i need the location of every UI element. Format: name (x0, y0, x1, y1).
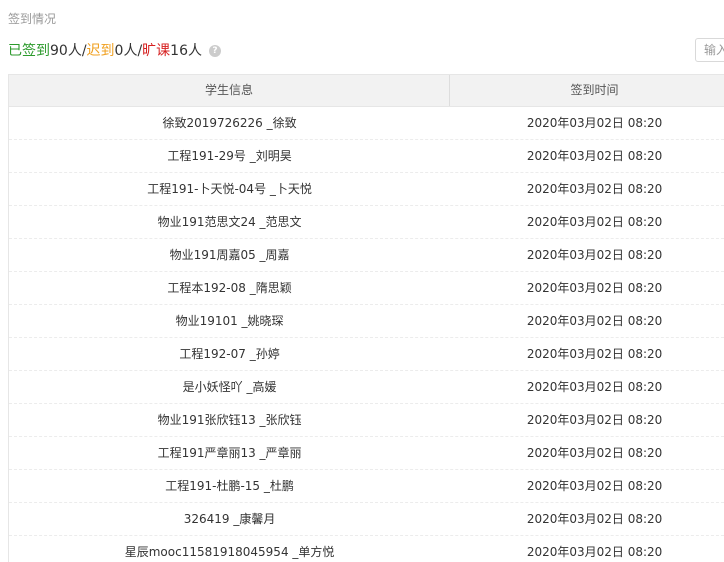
student-info-cell: 物业191周嘉05 _周嘉 (169, 248, 290, 262)
checkin-time-cell: 2020年03月02日 08:20 (526, 545, 663, 559)
student-info-cell: 工程191-杜鹏-15 _杜鹏 (165, 479, 294, 493)
student-info-cell: 工程192-07 _孙婷 (179, 347, 280, 361)
table-row: 工程191-杜鹏-15 _杜鹏 2020年03月02日 08:20 (9, 470, 724, 503)
table-row: 是小妖怪吖 _高媛 2020年03月02日 08:20 (9, 371, 724, 404)
attendance-stats: 已签到 90人/ 迟到 0人/ 旷课 16人 ? (8, 41, 221, 61)
table-row: 物业19101 _姚晓琛 2020年03月02日 08:20 (9, 305, 724, 338)
student-info-cell: 工程191-卜天悦-04号 _卜天悦 (147, 182, 312, 196)
checkin-time-cell: 2020年03月02日 08:20 (526, 116, 663, 130)
table-row: 工程191严章丽13 _严章丽 2020年03月02日 08:20 (9, 437, 724, 470)
student-info-cell: 工程191-29号 _刘明昊 (167, 149, 292, 163)
table-body: 徐致2019726226 _徐致 2020年03月02日 08:20 工程191-2… (9, 107, 724, 562)
checkin-time-cell: 2020年03月02日 08:20 (526, 512, 663, 526)
signed-count: 90人/ (50, 43, 87, 59)
table-header: 学生信息 签到时间 (9, 74, 724, 107)
checkin-time-cell: 2020年03月02日 08:20 (526, 347, 663, 361)
help-icon[interactable]: ? (208, 45, 221, 57)
late-label[interactable]: 迟到 (87, 41, 115, 61)
section-title: 签到情况 (8, 12, 57, 26)
student-info-cell: 物业191张欣钰13 _张欣钰 (157, 413, 302, 427)
student-info-cell: 是小妖怪吖 _高媛 (182, 380, 277, 394)
student-info-cell: 徐致2019726226 _徐致 (162, 116, 297, 130)
table-row: 星辰mooc11581918045954 _单方悦 2020年03月02日 08:… (9, 536, 724, 562)
absent-count: 16人 (170, 43, 202, 59)
student-info-cell: 工程本192-08 _隋思颖 (167, 281, 292, 295)
checkin-time-cell: 2020年03月02日 08:20 (526, 314, 663, 328)
student-info-cell: 工程191严章丽13 _严章丽 (157, 446, 302, 460)
attendance-page: 签到情况 已签到 90人/ 迟到 0人/ 旷课 16人 ? 输入 学生信息 签到… (0, 0, 724, 562)
table-row: 物业191张欣钰13 _张欣钰 2020年03月02日 08:20 (9, 404, 724, 437)
student-info-cell: 物业19101 _姚晓琛 (175, 314, 284, 328)
checkin-time-cell: 2020年03月02日 08:20 (526, 479, 663, 493)
search-input[interactable]: 输入 (695, 38, 724, 62)
signed-label[interactable]: 已签到 (8, 41, 50, 61)
column-header-time: 签到时间 (570, 83, 619, 97)
student-info-cell: 星辰mooc11581918045954 _单方悦 (124, 545, 335, 559)
table-row: 工程本192-08 _隋思颖 2020年03月02日 08:20 (9, 272, 724, 305)
attendance-table: 学生信息 签到时间 徐致2019726226 _徐致 2020年03月02日 08… (8, 74, 724, 562)
table-row: 物业191范思文24 _范思文 2020年03月02日 08:20 (9, 206, 724, 239)
late-count: 0人/ (114, 43, 143, 59)
table-row: 工程191-29号 _刘明昊 2020年03月02日 08:20 (9, 140, 724, 173)
checkin-time-cell: 2020年03月02日 08:20 (526, 413, 663, 427)
checkin-time-cell: 2020年03月02日 08:20 (526, 215, 663, 229)
checkin-time-cell: 2020年03月02日 08:20 (526, 149, 663, 163)
student-info-cell: 326419 _康馨月 (183, 512, 276, 526)
table-row: 工程192-07 _孙婷 2020年03月02日 08:20 (9, 338, 724, 371)
absent-label[interactable]: 旷课 (142, 41, 170, 61)
table-row: 徐致2019726226 _徐致 2020年03月02日 08:20 (9, 107, 724, 140)
table-row: 物业191周嘉05 _周嘉 2020年03月02日 08:20 (9, 239, 724, 272)
checkin-time-cell: 2020年03月02日 08:20 (526, 281, 663, 295)
checkin-time-cell: 2020年03月02日 08:20 (526, 446, 663, 460)
student-info-cell: 物业191范思文24 _范思文 (157, 215, 302, 229)
table-row: 工程191-卜天悦-04号 _卜天悦 2020年03月02日 08:20 (9, 173, 724, 206)
checkin-time-cell: 2020年03月02日 08:20 (526, 248, 663, 262)
table-row: 326419 _康馨月 2020年03月02日 08:20 (9, 503, 724, 536)
checkin-time-cell: 2020年03月02日 08:20 (526, 182, 663, 196)
column-header-student: 学生信息 (9, 75, 451, 106)
checkin-time-cell: 2020年03月02日 08:20 (526, 380, 663, 394)
